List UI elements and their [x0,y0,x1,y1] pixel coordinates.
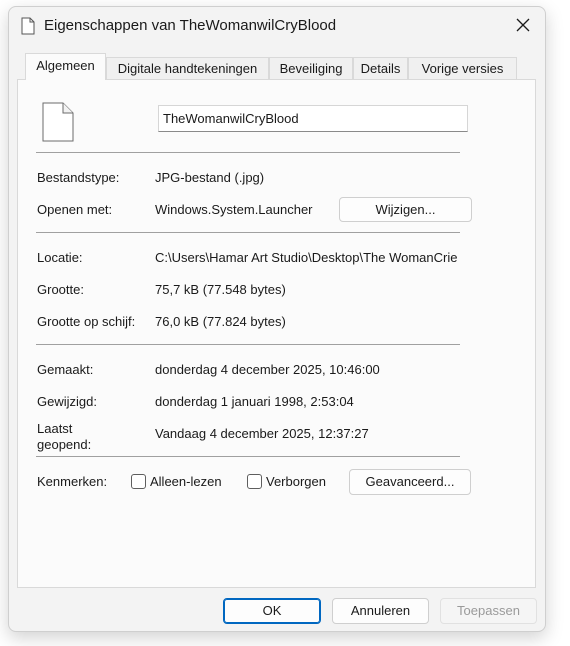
size-on-disk-value: 76,0 kB (77.824 bytes) [155,314,286,329]
accessed-label-line-2: geopend: [37,437,92,452]
separator [36,456,460,457]
modified-label: Gewijzigd: [37,394,97,409]
window-title: Eigenschappen van TheWomanwilCryBlood [44,17,337,34]
general-tab-panel: Bestandstype: JPG-bestand (.jpg) Openen … [17,79,536,588]
accessed-label-line-1: Laatst [37,421,73,436]
size-value: 75,7 kB (77.548 bytes) [155,282,286,297]
close-icon [516,18,530,35]
tab-security[interactable]: Beveiliging [269,57,353,79]
document-icon [21,17,35,35]
readonly-checkbox-box[interactable] [131,474,146,489]
size-on-disk-label: Grootte op schijf: [37,314,136,329]
accessed-value: Vandaag 4 december 2025, 12:37:27 [155,426,369,441]
file-type-label: Bestandstype: [37,170,120,185]
created-value: donderdag 4 december 2025, 10:46:00 [155,362,380,377]
change-button[interactable]: Wijzigen... [339,197,472,222]
separator [36,152,460,153]
close-button[interactable] [501,7,545,45]
tab-general[interactable]: Algemeen [25,53,106,80]
opens-with-label: Openen met: [37,202,113,217]
opens-with-value: Windows.System.Launcher [155,202,313,217]
properties-dialog: Eigenschappen van TheWomanwilCryBlood Al… [8,6,546,632]
file-name-input[interactable] [158,105,468,132]
hidden-checkbox-box[interactable] [247,474,262,489]
created-label: Gemaakt: [37,362,94,377]
title-bar[interactable]: Eigenschappen van TheWomanwilCryBlood [9,7,545,45]
size-label: Grootte: [37,282,84,297]
tab-digital-signatures[interactable]: Digitale handtekeningen [106,57,269,79]
location-value: C:\Users\Hamar Art Studio\Desktop\The Wo… [155,250,458,265]
apply-button: Toepassen [440,598,537,624]
modified-value: donderdag 1 januari 1998, 2:53:04 [155,394,354,409]
readonly-checkbox-label: Alleen-lezen [150,474,222,489]
ok-button[interactable]: OK [223,598,321,624]
blank-file-icon [42,102,74,142]
hidden-checkbox-label: Verborgen [266,474,326,489]
separator [36,344,460,345]
cancel-button[interactable]: Annuleren [332,598,429,624]
file-type-value: JPG-bestand (.jpg) [155,170,265,185]
attributes-label: Kenmerken: [37,474,108,489]
location-label: Locatie: [37,250,83,265]
hidden-checkbox[interactable]: Verborgen [247,474,326,489]
advanced-button[interactable]: Geavanceerd... [349,469,471,495]
separator [36,232,460,233]
readonly-checkbox[interactable]: Alleen-lezen [131,474,222,489]
tab-previous-versions[interactable]: Vorige versies [408,57,517,79]
tab-details[interactable]: Details [353,57,408,79]
